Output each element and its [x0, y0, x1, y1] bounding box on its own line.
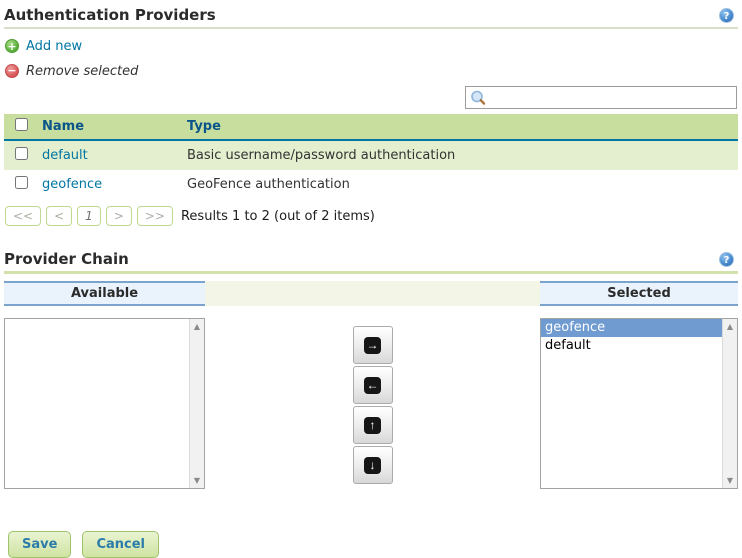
provider-link-default[interactable]: default: [42, 148, 88, 163]
list-item-default[interactable]: default: [541, 337, 722, 355]
pager-summary: Results 1 to 2 (out of 2 items): [181, 209, 375, 224]
transfer-column: → ← ↑ ↓: [205, 281, 540, 489]
cancel-button[interactable]: Cancel: [82, 531, 159, 558]
select-all-checkbox[interactable]: [15, 118, 28, 131]
pager-page-button[interactable]: 1: [77, 206, 101, 226]
search-box: [465, 86, 737, 109]
search-row: [4, 86, 737, 109]
column-header-type[interactable]: Type: [183, 114, 738, 140]
transfer-buttons: → ← ↑ ↓: [353, 326, 393, 484]
provider-chain-section: Provider Chain ? Available ▲ ▼: [4, 248, 738, 489]
move-up-button[interactable]: ↑: [353, 406, 393, 444]
table-row: default Basic username/password authenti…: [4, 140, 738, 170]
scroll-up-icon[interactable]: ▲: [190, 322, 204, 331]
add-new-row: + Add new: [5, 38, 738, 54]
save-button[interactable]: Save: [8, 531, 71, 558]
scroll-down-icon[interactable]: ▼: [190, 476, 204, 485]
provider-type: GeoFence authentication: [183, 170, 738, 199]
add-icon: +: [5, 39, 19, 53]
arrow-left-icon: ←: [364, 377, 381, 394]
list-item-geofence[interactable]: geofence: [541, 319, 722, 337]
table-header-row: Name Type: [4, 114, 738, 140]
pager-last-button[interactable]: >>: [137, 206, 173, 226]
pager-first-button[interactable]: <<: [5, 206, 41, 226]
move-right-button[interactable]: →: [353, 326, 393, 364]
arrow-down-icon: ↓: [364, 457, 381, 474]
help-icon[interactable]: ?: [719, 8, 734, 23]
available-listbox[interactable]: ▲ ▼: [4, 318, 205, 489]
move-down-button[interactable]: ↓: [353, 446, 393, 484]
help-icon[interactable]: ?: [719, 252, 734, 267]
search-icon: [470, 90, 487, 107]
providers-table: Name Type default Basic username/passwor…: [4, 114, 738, 199]
pager-prev-button[interactable]: <: [46, 206, 72, 226]
page: Authentication Providers ? + Add new − R…: [0, 0, 742, 558]
search-input[interactable]: [466, 87, 736, 108]
scroll-down-icon[interactable]: ▼: [723, 476, 737, 485]
selected-listbox[interactable]: geofence default ▲ ▼: [540, 318, 738, 489]
provider-chain-title: Provider Chain: [4, 250, 129, 268]
selected-items: geofence default: [541, 319, 722, 355]
add-new-link[interactable]: Add new: [26, 39, 82, 54]
pager-next-button[interactable]: >: [106, 206, 132, 226]
available-column: Available ▲ ▼: [4, 281, 205, 489]
table-row: geofence GeoFence authentication: [4, 170, 738, 199]
remove-selected-row: − Remove selected: [5, 63, 738, 79]
provider-type: Basic username/password authentication: [183, 140, 738, 170]
page-title: Authentication Providers: [4, 6, 216, 24]
row-checkbox-default[interactable]: [15, 147, 28, 160]
provider-chain-header: Provider Chain ?: [4, 248, 738, 274]
selected-header: Selected: [540, 281, 738, 306]
arrow-up-icon: ↑: [364, 417, 381, 434]
selected-column: Selected geofence default ▲ ▼: [540, 281, 738, 489]
selected-scrollbar[interactable]: ▲ ▼: [722, 319, 737, 488]
provider-chain-palette: Available ▲ ▼ → ←: [4, 281, 738, 489]
auth-providers-header: Authentication Providers ?: [4, 4, 738, 29]
column-header-name[interactable]: Name: [38, 114, 183, 140]
remove-selected-link[interactable]: Remove selected: [26, 64, 138, 79]
arrow-right-icon: →: [364, 337, 381, 354]
move-left-button[interactable]: ←: [353, 366, 393, 404]
pager: << < 1 > >> Results 1 to 2 (out of 2 ite…: [5, 206, 738, 226]
provider-link-geofence[interactable]: geofence: [42, 177, 102, 192]
available-scrollbar[interactable]: ▲ ▼: [189, 319, 204, 488]
row-checkbox-geofence[interactable]: [15, 176, 28, 189]
scroll-up-icon[interactable]: ▲: [723, 322, 737, 331]
footer-buttons: Save Cancel: [4, 531, 738, 558]
remove-icon: −: [5, 64, 19, 78]
middle-header-strip: [205, 281, 540, 306]
available-header: Available: [4, 281, 205, 306]
